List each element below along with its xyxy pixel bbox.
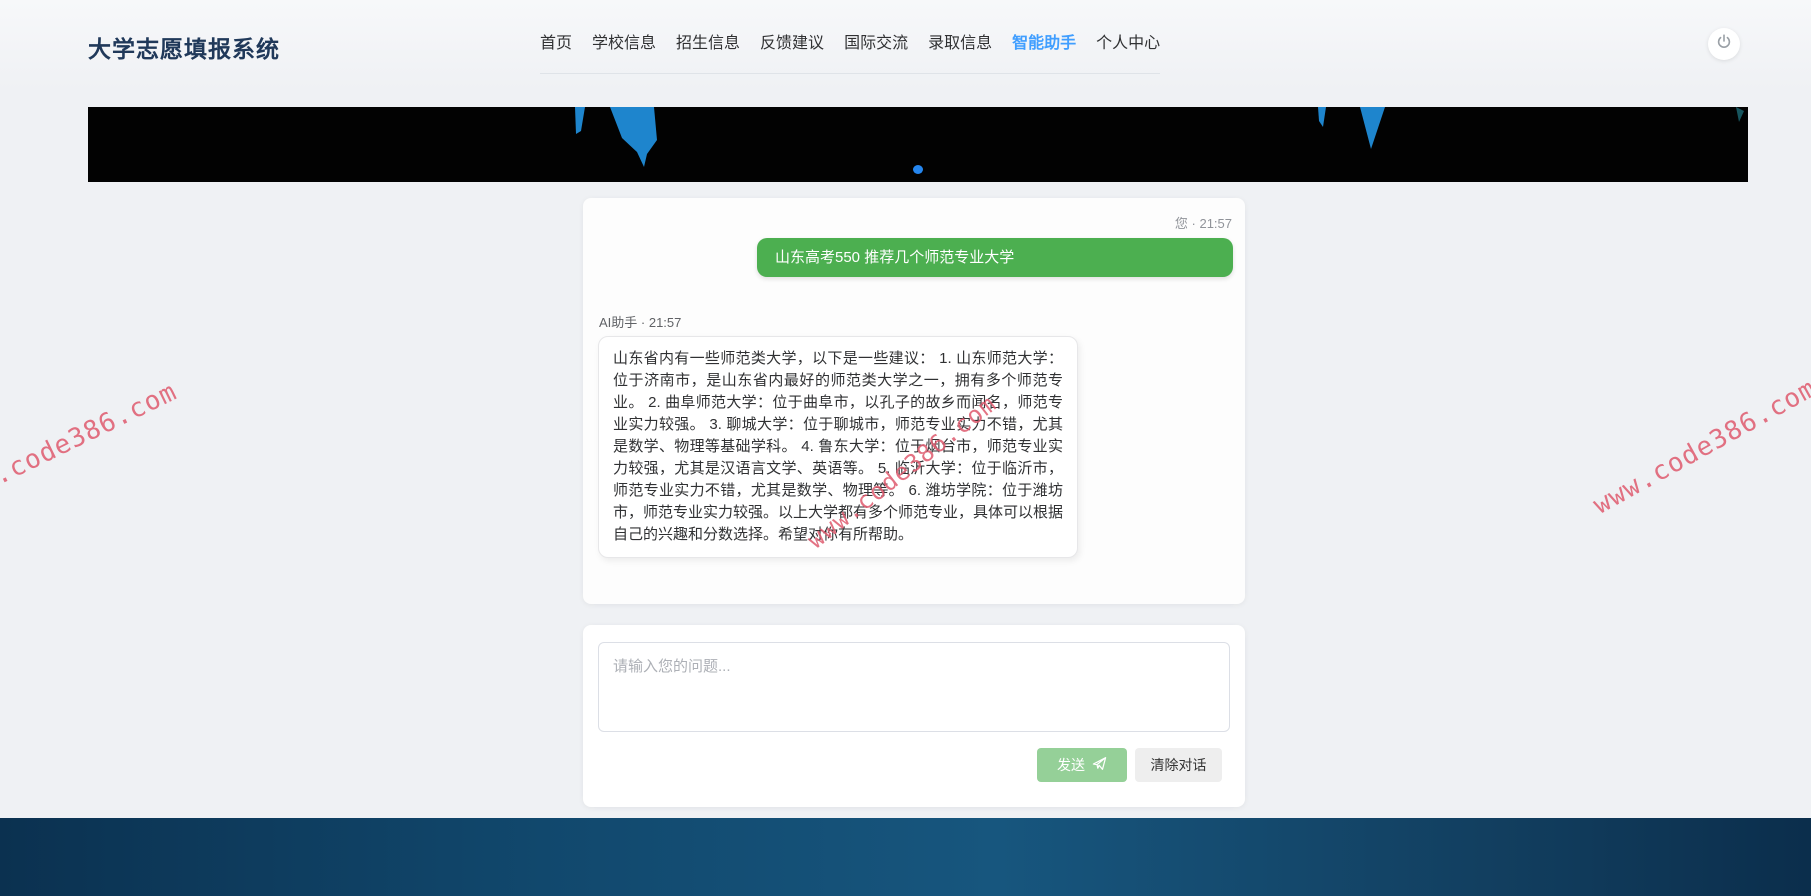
nav-item-school-info[interactable]: 学校信息 [592, 34, 656, 54]
nav-item-profile[interactable]: 个人中心 [1096, 34, 1160, 54]
power-icon [1716, 33, 1732, 55]
clear-conversation-button[interactable]: 清除对话 [1135, 748, 1222, 782]
question-input[interactable] [598, 642, 1230, 732]
header: 大学志愿填报系统 首页 学校信息 招生信息 反馈建议 国际交流 录取信息 智能助… [0, 0, 1811, 90]
site-title: 大学志愿填报系统 [88, 36, 280, 62]
watermark-left: www.code386.com [0, 376, 182, 514]
footer [0, 818, 1811, 896]
nav-item-admissions-info[interactable]: 招生信息 [676, 34, 740, 54]
send-button-label: 发送 [1057, 757, 1085, 773]
paper-plane-icon [1092, 756, 1107, 774]
carousel-banner [88, 107, 1748, 182]
nav-item-international[interactable]: 国际交流 [844, 34, 908, 54]
user-message-meta: 您 · 21:57 [1174, 216, 1232, 231]
chat-history-card: 您 · 21:57 山东高考550 推荐几个师范专业大学 AI助手 · 21:5… [583, 198, 1245, 604]
nav-item-ai-assistant[interactable]: 智能助手 [1012, 34, 1076, 54]
ai-message-bubble: 山东省内有一些师范类大学，以下是一些建议： 1. 山东师范大学：位于济南市，是山… [598, 336, 1078, 558]
nav-item-admission-results[interactable]: 录取信息 [928, 34, 992, 54]
logout-button[interactable] [1708, 28, 1740, 60]
main-nav: 首页 学校信息 招生信息 反馈建议 国际交流 录取信息 智能助手 个人中心 [540, 34, 1161, 74]
composer-actions: 发送 清除对话 [583, 748, 1245, 782]
carousel-indicator-dot[interactable] [913, 165, 923, 174]
watermark-right: www.code386.com [1588, 373, 1811, 521]
send-button[interactable]: 发送 [1037, 748, 1127, 782]
ai-message-meta: AI助手 · 21:57 [599, 315, 682, 330]
user-message-bubble: 山东高考550 推荐几个师范专业大学 [757, 238, 1233, 277]
nav-item-home[interactable]: 首页 [540, 34, 572, 54]
page: 大学志愿填报系统 首页 学校信息 招生信息 反馈建议 国际交流 录取信息 智能助… [0, 0, 1811, 896]
composer-card: 发送 清除对话 [583, 625, 1245, 807]
nav-item-feedback[interactable]: 反馈建议 [760, 34, 824, 54]
